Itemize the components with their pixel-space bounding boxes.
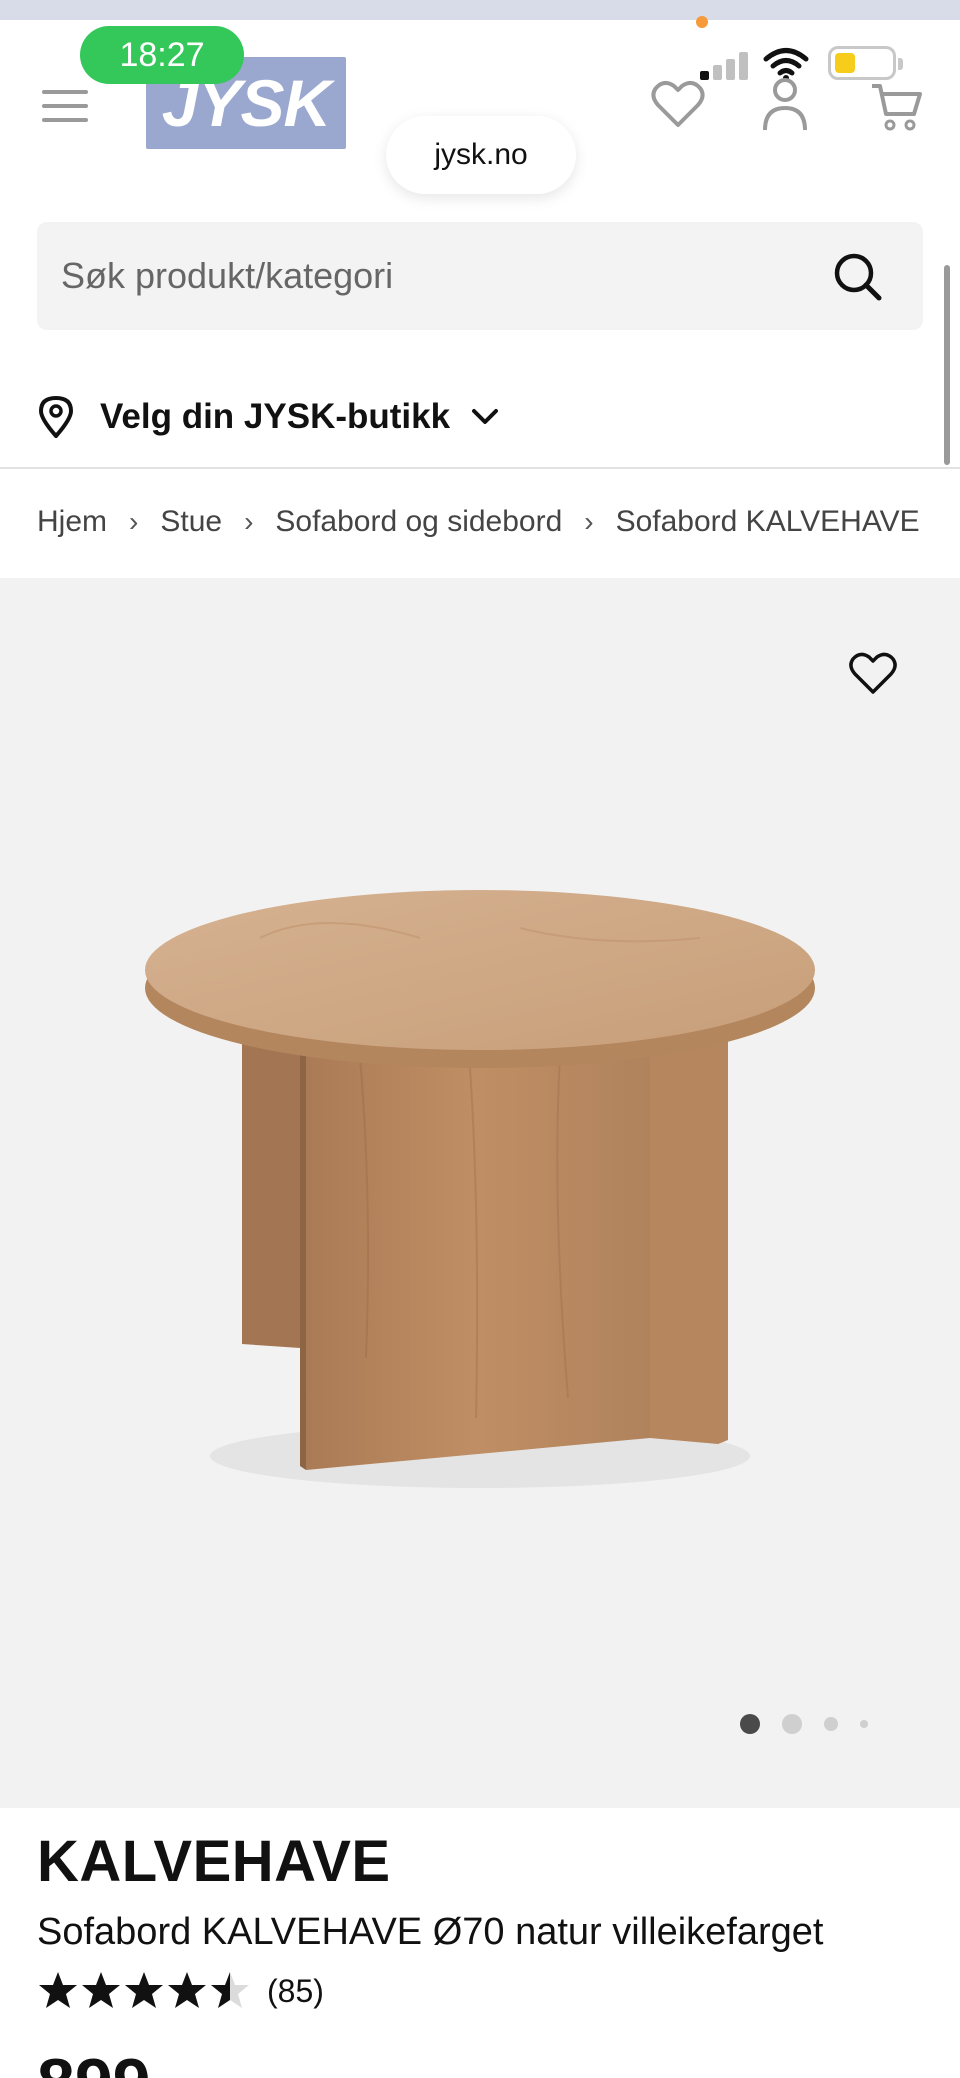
rating-stars-icon — [39, 1972, 249, 2008]
header-divider — [0, 467, 960, 469]
shopping-cart-icon[interactable] — [870, 82, 922, 132]
gallery-dot[interactable] — [824, 1717, 838, 1731]
menu-button[interactable] — [42, 86, 90, 126]
location-pin-icon — [39, 396, 73, 438]
search-input[interactable] — [61, 222, 821, 330]
product-description: Sofabord KALVEHAVE Ø70 natur villeikefar… — [37, 1911, 824, 1953]
breadcrumb-item-home[interactable]: Hjem — [37, 505, 107, 539]
chevron-right-icon: › — [584, 506, 594, 537]
product-rating[interactable]: (85) — [37, 1970, 923, 2012]
search-bar — [37, 222, 923, 330]
wishlist-heart-icon[interactable] — [650, 78, 706, 130]
gallery-dot[interactable] — [782, 1714, 802, 1734]
browser-top-strip — [0, 0, 960, 20]
chevron-right-icon: › — [129, 506, 139, 537]
product-info: KALVEHAVE Sofabord KALVEHAVE Ø70 natur v… — [37, 1828, 923, 2012]
status-time: 18:27 — [80, 26, 244, 84]
breadcrumb-item-current: Sofabord KALVEHAVE — [615, 505, 920, 538]
account-user-icon[interactable] — [760, 76, 810, 132]
gallery-pagination — [740, 1712, 890, 1736]
add-to-wishlist-heart-icon[interactable] — [848, 650, 898, 696]
cellular-signal-icon — [700, 48, 752, 80]
product-brand: KALVEHAVE — [37, 1829, 391, 1894]
chevron-right-icon: › — [244, 506, 254, 537]
product-image-gallery[interactable] — [0, 578, 960, 1808]
store-selector[interactable]: Velg din JYSK-butikk — [38, 390, 500, 444]
breadcrumb-item-sofabord-og-sidebord[interactable]: Sofabord og sidebord — [275, 505, 562, 539]
store-selector-label: Velg din JYSK-butikk — [100, 397, 451, 436]
rating-count: (85) — [267, 1972, 324, 2009]
chevron-down-icon — [472, 409, 499, 424]
privacy-indicator-dot — [696, 16, 708, 28]
search-icon[interactable] — [833, 252, 883, 302]
battery-icon — [828, 46, 903, 80]
product-image — [145, 890, 815, 1488]
gallery-dot[interactable] — [860, 1720, 868, 1728]
gallery-dot-active[interactable] — [740, 1714, 760, 1734]
breadcrumb: Hjem › Stue › Sofabord og sidebord › Sof… — [37, 500, 920, 544]
breadcrumb-item-stue[interactable]: Stue — [160, 505, 222, 539]
address-bar-url[interactable]: jysk.no — [386, 116, 576, 194]
menu-icon — [42, 90, 88, 94]
scrollbar[interactable] — [944, 265, 950, 465]
product-price: 899 — [37, 2044, 150, 2078]
